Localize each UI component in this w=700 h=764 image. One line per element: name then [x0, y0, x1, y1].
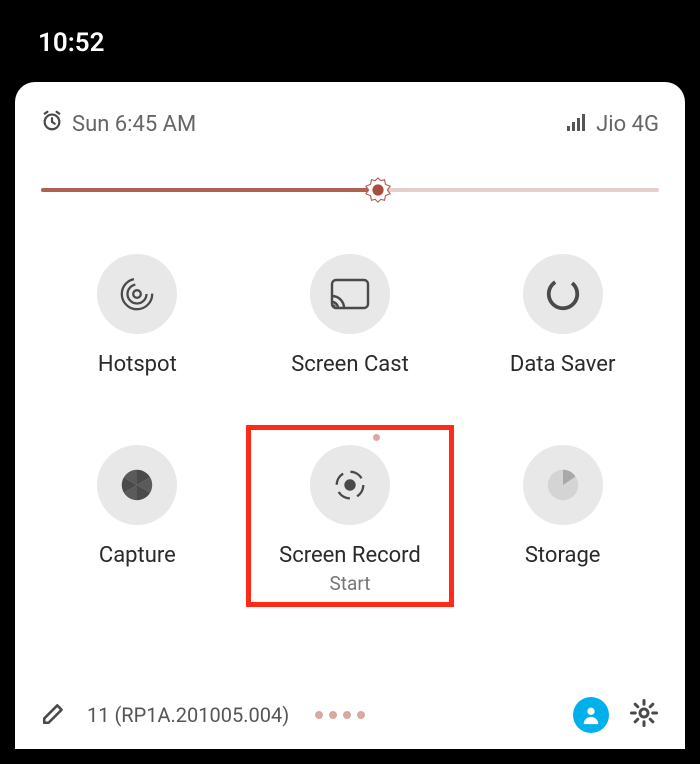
- build-label: 11 (RP1A.201005.004): [87, 703, 289, 727]
- slider-fill: [41, 188, 378, 192]
- edit-icon[interactable]: [41, 700, 67, 730]
- tile-storage[interactable]: Storage: [466, 445, 659, 595]
- page-dot: [329, 711, 337, 719]
- page-dot: [357, 711, 365, 719]
- page-indicator[interactable]: [315, 711, 365, 719]
- tile-label: Data Saver: [510, 352, 616, 377]
- status-network-group: Jio 4G: [567, 112, 659, 137]
- tile-sublabel: Start: [330, 572, 371, 595]
- data-saver-icon: [523, 254, 603, 334]
- tile-label: Capture: [99, 543, 176, 568]
- storage-icon: [523, 445, 603, 525]
- status-time: Sun 6:45 AM: [72, 112, 196, 137]
- hotspot-icon: [97, 254, 177, 334]
- page-dot: [343, 711, 351, 719]
- tile-capture[interactable]: Capture: [41, 445, 234, 595]
- footer-bar: 11 (RP1A.201005.004): [41, 681, 659, 749]
- tile-screen-record[interactable]: Screen Record Start: [254, 445, 447, 595]
- cast-icon: [310, 254, 390, 334]
- tiles-grid: Hotspot Screen Cast Data Saver: [41, 254, 659, 595]
- tile-data-saver[interactable]: Data Saver: [466, 254, 659, 377]
- signal-bars-icon: [567, 112, 587, 137]
- device-clock: 10:52: [0, 0, 700, 58]
- tile-label: Screen Record: [279, 543, 421, 568]
- tile-hotspot[interactable]: Hotspot: [41, 254, 234, 377]
- record-indicator-dot: [373, 434, 380, 441]
- tile-screen-cast[interactable]: Screen Cast: [254, 254, 447, 377]
- brightness-slider[interactable]: [41, 188, 659, 192]
- tile-label: Hotspot: [98, 352, 177, 377]
- gear-icon[interactable]: [629, 698, 659, 732]
- page-dot: [315, 711, 323, 719]
- tile-label: Storage: [525, 543, 601, 568]
- brightness-thumb[interactable]: [364, 176, 392, 204]
- user-avatar[interactable]: [573, 697, 609, 733]
- tile-label: Screen Cast: [291, 352, 409, 377]
- record-icon: [310, 445, 390, 525]
- status-bar: Sun 6:45 AM Jio 4G: [41, 110, 659, 138]
- alarm-icon: [41, 110, 63, 138]
- camera-shutter-icon: [97, 445, 177, 525]
- status-time-group: Sun 6:45 AM: [41, 110, 196, 138]
- quick-settings-panel: Sun 6:45 AM Jio 4G Hotspot: [15, 82, 685, 749]
- carrier-label: Jio 4G: [596, 112, 659, 137]
